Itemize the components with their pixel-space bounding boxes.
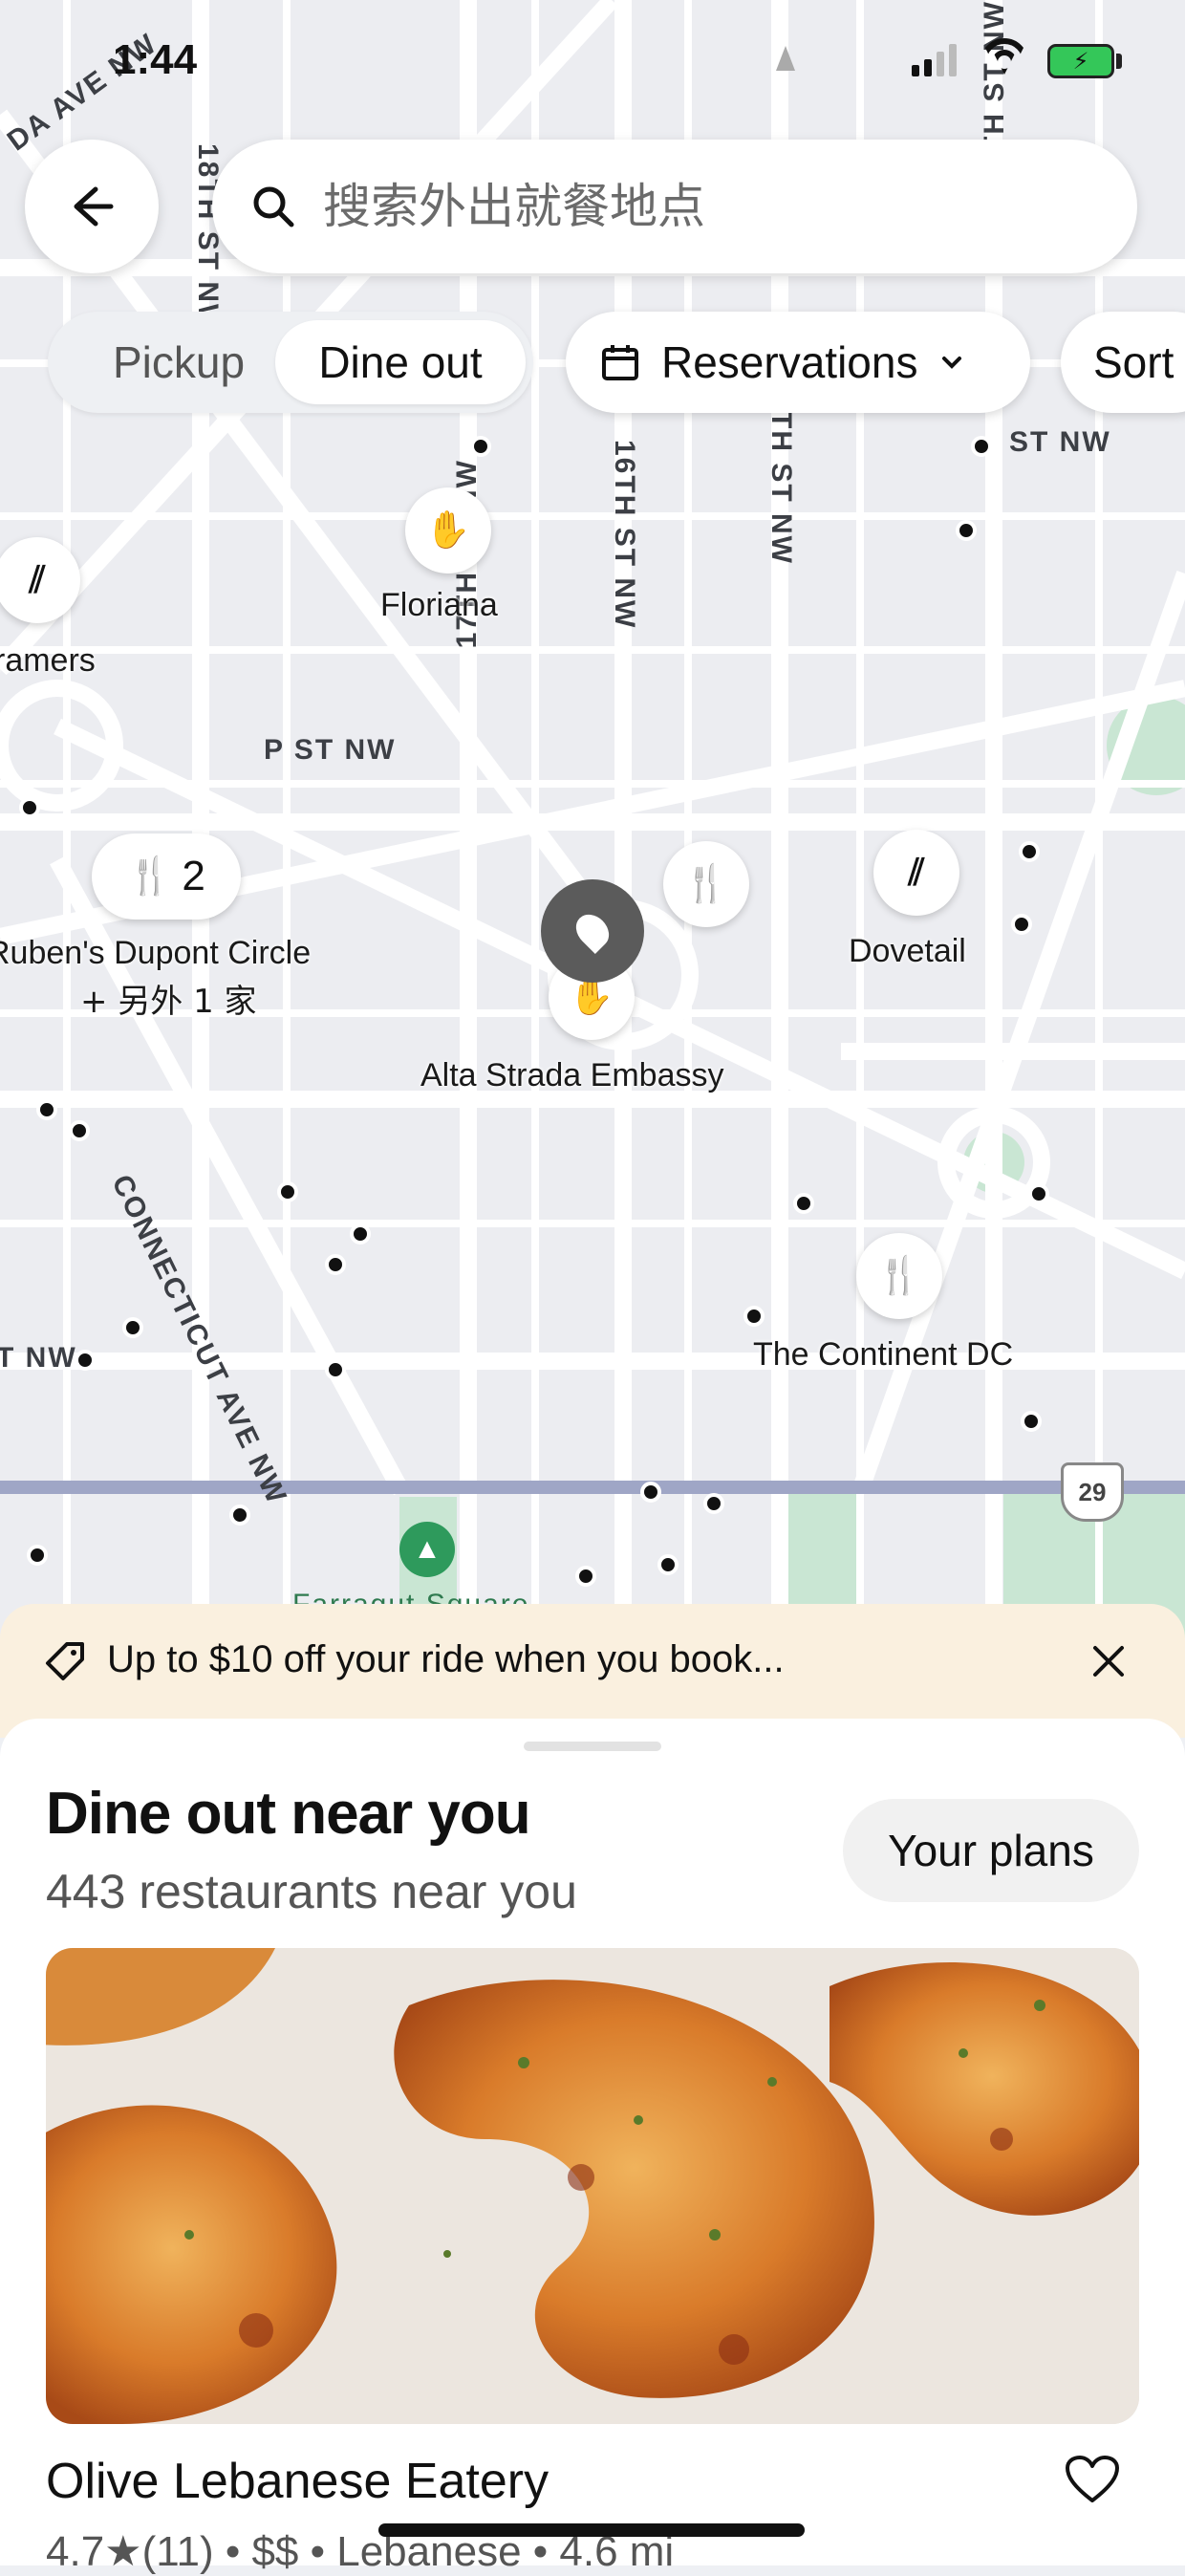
map-dot[interactable] bbox=[325, 1359, 346, 1380]
utensils-icon: 🍴 bbox=[683, 864, 729, 904]
street-label: 16TH ST NW bbox=[609, 440, 640, 630]
restaurant-logo-icon: ✋ bbox=[425, 510, 471, 551]
map-dot[interactable] bbox=[350, 1223, 371, 1245]
search-bar[interactable] bbox=[212, 140, 1137, 273]
place-label: ramers bbox=[0, 642, 96, 679]
map-pin-unnamed[interactable]: 🍴 bbox=[663, 841, 749, 927]
your-plans-button[interactable]: Your plans bbox=[843, 1799, 1139, 1902]
map-dot[interactable] bbox=[703, 1493, 724, 1514]
map-dot[interactable] bbox=[277, 1181, 298, 1202]
place-label: Ruben's Dupont Circle bbox=[0, 935, 312, 971]
restaurant-photo[interactable] bbox=[46, 1948, 1139, 2424]
place-label: Floriana bbox=[380, 587, 498, 623]
street-label: T NW bbox=[0, 1342, 77, 1374]
place-label: Alta Strada Embassy bbox=[420, 1057, 724, 1093]
pin-count: 2 bbox=[182, 853, 205, 899]
mode-toggle: Pickup Dine out bbox=[48, 312, 533, 413]
sort-filter[interactable]: Sort bbox=[1061, 312, 1185, 413]
map-dot[interactable] bbox=[36, 1099, 57, 1120]
map-dot[interactable] bbox=[971, 436, 992, 457]
dine-out-option[interactable]: Dine out bbox=[275, 320, 526, 404]
place-label: Dovetail bbox=[849, 933, 966, 969]
home-indicator bbox=[378, 2523, 805, 2537]
map-pin-continent[interactable]: 🍴 bbox=[856, 1233, 942, 1319]
search-icon bbox=[253, 186, 294, 227]
street-label: TH ST NW bbox=[765, 411, 797, 565]
street-label: ST NW bbox=[1009, 426, 1111, 458]
location-arrow-icon bbox=[776, 46, 795, 71]
map-dot[interactable] bbox=[470, 436, 491, 457]
map-pin-rubens[interactable]: 🍴 2 bbox=[92, 833, 241, 920]
reservations-label: Reservations bbox=[661, 337, 918, 387]
map-dot[interactable] bbox=[69, 1120, 90, 1141]
utensils-icon: 🍴 bbox=[876, 1256, 922, 1296]
map-dot[interactable] bbox=[640, 1482, 661, 1503]
map-dot[interactable] bbox=[575, 1566, 596, 1587]
status-bar: 1:44 ⚡ bbox=[0, 0, 1185, 115]
map-dot[interactable] bbox=[122, 1317, 143, 1338]
battery-icon: ⚡ bbox=[1047, 44, 1114, 78]
map-dot[interactable] bbox=[793, 1193, 814, 1214]
map-dot[interactable] bbox=[1021, 1411, 1042, 1432]
sheet-grabber[interactable] bbox=[524, 1742, 661, 1751]
tag-icon bbox=[46, 1642, 84, 1680]
promo-text: Up to $10 off your ride when you book... bbox=[107, 1638, 785, 1680]
utensils-icon: 🍴 bbox=[127, 856, 173, 897]
map-dot[interactable] bbox=[743, 1306, 765, 1327]
tree-icon: ▲ bbox=[399, 1522, 455, 1577]
street-label: P ST NW bbox=[264, 734, 397, 766]
place-label: The Continent DC bbox=[753, 1336, 1014, 1373]
reservations-filter[interactable]: Reservations bbox=[566, 312, 1030, 413]
map-dot[interactable] bbox=[75, 1350, 96, 1371]
signal-icon bbox=[912, 44, 957, 76]
chevron-down-icon bbox=[942, 357, 962, 369]
map-dot[interactable] bbox=[229, 1504, 250, 1526]
status-time: 1:44 bbox=[113, 36, 198, 83]
sheet-subtitle: 443 restaurants near you bbox=[46, 1865, 577, 1918]
location-pin-icon bbox=[569, 907, 616, 955]
restaurant-name[interactable]: Olive Lebanese Eatery bbox=[46, 2453, 549, 2510]
map-dot[interactable] bbox=[1011, 914, 1032, 935]
back-button[interactable] bbox=[25, 140, 159, 273]
map-dot[interactable] bbox=[1028, 1183, 1049, 1204]
map-dot[interactable] bbox=[325, 1254, 346, 1275]
map-pin-floriana[interactable]: ✋ bbox=[405, 487, 491, 574]
pickup-option[interactable]: Pickup bbox=[69, 320, 289, 404]
map-dot[interactable] bbox=[19, 797, 40, 818]
map-dot[interactable] bbox=[27, 1545, 48, 1566]
sheet-title: Dine out near you bbox=[46, 1781, 531, 1847]
promo-banner[interactable]: Up to $10 off your ride when you book... bbox=[0, 1604, 1185, 1738]
route-shield: 29 bbox=[1061, 1462, 1124, 1522]
striped-logo-icon: ⫽ bbox=[908, 852, 925, 893]
search-input[interactable] bbox=[321, 178, 1070, 235]
street-label: 18TH ST NW bbox=[192, 143, 224, 334]
wifi-icon bbox=[980, 38, 1028, 75]
striped-logo-icon: ⫽ bbox=[29, 559, 46, 600]
sort-label: Sort bbox=[1093, 337, 1174, 387]
map-pin-dovetail[interactable]: ⫽ bbox=[873, 830, 959, 916]
map-dot[interactable] bbox=[1019, 841, 1040, 862]
map-dot[interactable] bbox=[956, 520, 977, 541]
calendar-icon bbox=[602, 345, 638, 380]
bottom-sheet[interactable]: Dine out near you 443 restaurants near y… bbox=[0, 1719, 1185, 2575]
heart-icon[interactable] bbox=[1065, 2455, 1120, 2504]
current-location-marker[interactable] bbox=[541, 879, 644, 983]
close-icon[interactable] bbox=[1089, 1642, 1128, 1680]
place-label-extra: + 另外 1 家 bbox=[80, 983, 257, 1021]
map-dot[interactable] bbox=[657, 1554, 679, 1575]
arrow-left-icon bbox=[74, 186, 114, 227]
